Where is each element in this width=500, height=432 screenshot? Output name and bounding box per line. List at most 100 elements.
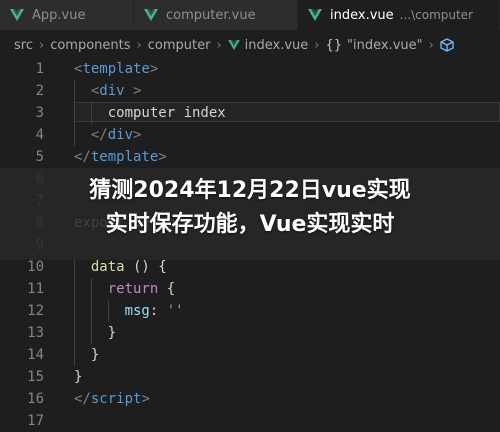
code-token: () { (124, 259, 167, 275)
code-token: > (124, 83, 142, 99)
code-token: template (90, 149, 159, 165)
tab-bar: App.vue computer.vue index.vue ...\compu… (0, 0, 500, 30)
indent-guide (74, 300, 75, 322)
indent-guide (74, 102, 75, 124)
code-text: </script> (74, 388, 150, 410)
tab-computer-vue[interactable]: computer.vue (134, 0, 298, 30)
code-line[interactable]: 12 msg: '' (0, 300, 500, 322)
code-token: } (107, 325, 117, 341)
code-text: } (74, 366, 82, 388)
chevron-right-icon: › (216, 37, 222, 53)
code-token: computer index (107, 105, 226, 121)
code-token: { (158, 281, 176, 297)
vue-icon (227, 39, 240, 50)
line-number: 14 (27, 347, 44, 363)
indent-guide (74, 124, 75, 146)
vue-icon (308, 9, 322, 21)
code-token: return (107, 281, 159, 297)
indent-guide (90, 322, 92, 344)
code-text: } (108, 322, 116, 344)
code-token: } (90, 347, 100, 363)
code-line[interactable]: 14} (0, 344, 500, 366)
line-number: 16 (27, 391, 44, 407)
indent-guide (90, 300, 92, 322)
code-line[interactable]: 5 </template> (0, 146, 500, 168)
braces-icon: {} (325, 37, 343, 53)
code-token: > (133, 127, 142, 143)
banner-title-line-1: 猜测2024年12月22日vue实现 (89, 178, 411, 203)
code-token: } (74, 369, 83, 385)
code-token: data (90, 259, 125, 275)
code-token: : (149, 303, 167, 319)
breadcrumb-symbol-label: "index.vue" (347, 37, 423, 53)
code-line[interactable]: 3 computer index (0, 102, 500, 124)
chevron-right-icon: › (136, 37, 142, 53)
code-token: </ (90, 127, 108, 143)
code-token: msg (124, 303, 150, 319)
code-line[interactable]: 13} (0, 322, 500, 344)
code-token: div (99, 83, 125, 99)
line-number: 11 (27, 281, 44, 297)
code-line[interactable]: 1 <template> (0, 58, 500, 80)
code-text: <template> (74, 58, 158, 80)
chevron-right-icon: › (428, 37, 434, 53)
indent-guide (74, 278, 75, 300)
line-number: 2 (35, 83, 44, 99)
tab-label: index.vue (330, 7, 394, 23)
tab-app-vue[interactable]: App.vue (0, 0, 134, 30)
code-token: > (149, 61, 159, 77)
code-token: div (107, 127, 134, 143)
indent-guide (74, 322, 75, 344)
breadcrumb-file-label: index.vue (244, 37, 309, 53)
code-line[interactable]: 15} (0, 366, 500, 388)
code-token: > (141, 391, 150, 407)
banner-title: 猜测2024年12月22日vue实现 实时保存功能，Vue实现实时 (0, 174, 500, 242)
code-line[interactable]: 4 </div> (0, 124, 500, 146)
code-token: template (82, 61, 150, 77)
tab-index-vue[interactable]: index.vue ...\computer (298, 0, 500, 30)
line-number: 1 (35, 61, 44, 77)
breadcrumb-item-symbol[interactable]: {} "index.vue" (325, 38, 422, 53)
code-line[interactable]: 17 (0, 410, 500, 432)
chevron-right-icon: › (314, 37, 320, 53)
breadcrumb-item-src[interactable]: src (14, 38, 33, 53)
code-line[interactable]: 16 </script> (0, 388, 500, 410)
chevron-right-icon: › (38, 37, 45, 53)
line-number: 12 (27, 303, 44, 319)
vue-icon (144, 9, 158, 21)
indent-guide (90, 102, 92, 124)
code-token: </ (74, 149, 91, 165)
line-number: 15 (27, 369, 44, 385)
code-text: <div > (91, 80, 142, 102)
code-token: </ (74, 391, 91, 407)
breadcrumb-item-computer[interactable]: computer (148, 38, 211, 53)
code-token: '' (166, 303, 184, 319)
code-token: > (158, 149, 167, 165)
tab-path-hint: ...\computer (399, 8, 473, 22)
banner-title-line-2: 实时保存功能，Vue实现实时 (105, 212, 395, 237)
tab-label: App.vue (32, 7, 86, 23)
code-text: return { (108, 278, 175, 300)
indent-guide (74, 344, 75, 366)
code-line[interactable]: 2 <div > (0, 80, 500, 102)
breadcrumb-item-file[interactable]: index.vue (227, 37, 309, 53)
code-text: msg: '' (125, 300, 184, 322)
line-number: 13 (27, 325, 44, 341)
code-line[interactable]: 11 return { (0, 278, 500, 300)
vue-icon (10, 9, 24, 21)
cube-icon (440, 38, 454, 52)
line-number: 3 (35, 105, 44, 121)
code-text: computer index (108, 102, 226, 124)
indent-guide (107, 300, 109, 322)
code-text: </template> (74, 146, 167, 168)
tab-label: computer.vue (166, 7, 256, 23)
breadcrumb-item-components[interactable]: components (50, 38, 130, 53)
indent-guide (74, 80, 75, 102)
indent-guide (90, 278, 92, 300)
line-number: 4 (35, 127, 44, 143)
title-banner: 猜测2024年12月22日vue实现 实时保存功能，Vue实现实时 (0, 168, 500, 260)
code-token: script (90, 391, 142, 407)
line-number: 5 (35, 149, 44, 165)
code-text: } (91, 344, 99, 366)
line-number: 17 (27, 413, 44, 429)
